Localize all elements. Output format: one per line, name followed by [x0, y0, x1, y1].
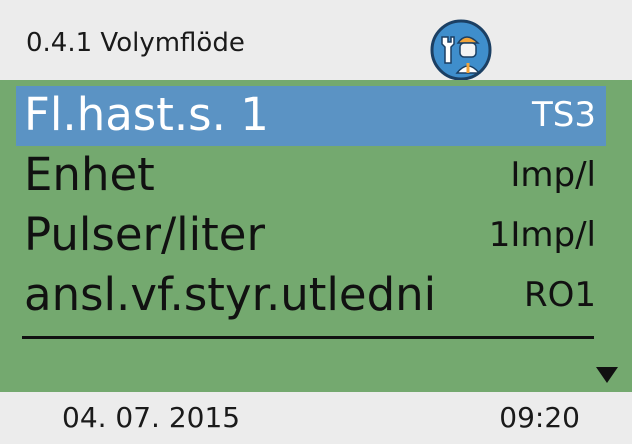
row-label: ansl.vf.styr.utledni [24, 268, 437, 321]
menu-divider [22, 336, 594, 339]
header-bar: 0.4.1 Volymflöde [0, 0, 632, 81]
row-label: Pulser/liter [24, 208, 265, 261]
menu-panel: Fl.hast.s. 1 TS3 Enhet Imp/l Pulser/lite… [0, 80, 632, 392]
menu-row-pulses-per-liter[interactable]: Pulser/liter 1Imp/l [16, 206, 606, 266]
triangle-down-icon[interactable] [596, 367, 618, 383]
row-label: Fl.hast.s. 1 [24, 88, 269, 141]
menu-row-flowrate-sensor[interactable]: Fl.hast.s. 1 TS3 [16, 86, 606, 146]
time-display: 09:20 [499, 401, 580, 434]
row-value: 1Imp/l [488, 215, 596, 255]
date-display: 04. 07. 2015 [62, 401, 241, 434]
row-value: Imp/l [510, 155, 596, 195]
menu-row-output-connection[interactable]: ansl.vf.styr.utledni RO1 [16, 266, 606, 326]
page-title: 0.4.1 Volymflöde [26, 28, 245, 58]
row-value: TS3 [532, 95, 596, 135]
technician-icon [430, 19, 492, 81]
row-value: RO1 [523, 275, 596, 315]
status-bar: 04. 07. 2015 09:20 [0, 392, 632, 444]
menu-row-unit[interactable]: Enhet Imp/l [16, 146, 606, 206]
row-label: Enhet [24, 148, 155, 201]
